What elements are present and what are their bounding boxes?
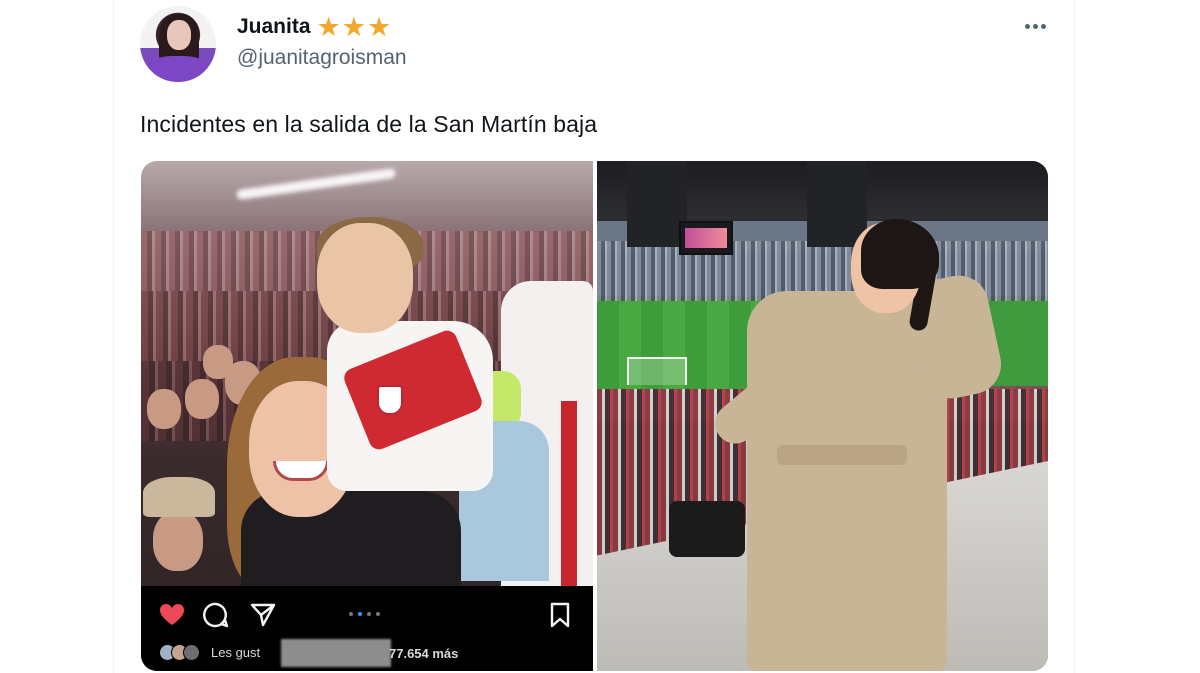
likes-count: 77.654 más [389,646,459,661]
author-name-row: Juanita ★ ★ ★ [237,12,392,42]
likes-row: Les gust [159,642,260,662]
author-display-name[interactable]: Juanita [237,15,311,39]
author-handle[interactable]: @juanitagroisman [237,46,407,70]
redacted-likes-name [281,639,391,667]
likes-prefix: Les gust [211,644,261,660]
photo-stadium-woman-child[interactable]: Les gust 77.654 más [141,161,593,671]
stadium-screen [679,221,733,255]
tweet-media[interactable]: Les gust 77.654 más [141,161,1048,671]
star-icon: ★ [366,11,392,42]
carousel-dots [349,612,380,616]
photo-stadium-box-woman[interactable] [597,161,1048,671]
comment-icon[interactable] [201,600,231,630]
liker-avatars[interactable] [159,643,200,661]
share-icon[interactable] [248,600,278,630]
star-icon: ★ [341,11,366,42]
more-horizontal-icon[interactable] [1020,14,1050,38]
avatar[interactable] [140,6,216,82]
star-icon: ★ [316,11,341,42]
heart-icon[interactable] [157,600,187,630]
badge-stars: ★ ★ ★ [316,11,393,42]
tweet-text: Incidentes en la salida de la San Martín… [140,111,598,137]
bookmark-icon[interactable] [545,600,575,630]
